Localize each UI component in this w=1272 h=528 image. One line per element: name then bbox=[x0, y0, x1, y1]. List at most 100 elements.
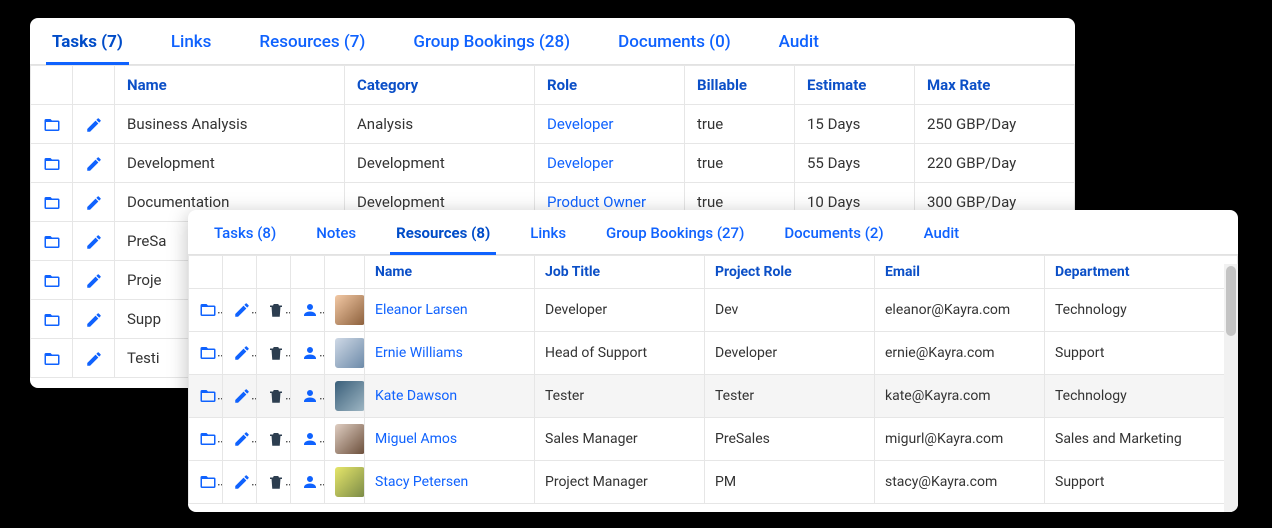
cell-project-role: Dev bbox=[705, 289, 875, 332]
tab-tasks[interactable]: Tasks (7) bbox=[52, 32, 123, 64]
open-folder-icon[interactable] bbox=[199, 387, 217, 405]
open-folder-icon[interactable] bbox=[199, 301, 217, 319]
cell-job-title: Sales Manager bbox=[535, 418, 705, 461]
cell-project-role: PreSales bbox=[705, 418, 875, 461]
cell-billable: true bbox=[685, 144, 795, 183]
open-folder-icon[interactable] bbox=[199, 430, 217, 448]
header-category[interactable]: Category bbox=[345, 66, 535, 105]
header-estimate[interactable]: Estimate bbox=[795, 66, 915, 105]
edit-icon[interactable] bbox=[233, 387, 251, 405]
user-icon[interactable] bbox=[301, 473, 319, 491]
cell-name[interactable]: Eleanor Larsen bbox=[365, 289, 535, 332]
cell-estimate: 15 Days bbox=[795, 105, 915, 144]
table-row[interactable]: Ernie WilliamsHead of SupportDeveloperer… bbox=[189, 332, 1238, 375]
cell-department: Support bbox=[1045, 332, 1238, 375]
cell-email[interactable]: stacy@Kayra.com bbox=[875, 461, 1045, 504]
cell-email[interactable]: eleanor@Kayra.com bbox=[875, 289, 1045, 332]
edit-icon[interactable] bbox=[85, 311, 103, 329]
tab-links[interactable]: Links bbox=[530, 224, 566, 254]
edit-icon[interactable] bbox=[85, 194, 103, 212]
tab-notes[interactable]: Notes bbox=[316, 224, 356, 254]
cell-name[interactable]: Miguel Amos bbox=[365, 418, 535, 461]
table-row[interactable]: Eleanor LarsenDeveloperDeveleanor@Kayra.… bbox=[189, 289, 1238, 332]
tab-group-bookings[interactable]: Group Bookings (27) bbox=[606, 224, 744, 254]
edit-icon[interactable] bbox=[233, 473, 251, 491]
user-icon[interactable] bbox=[301, 301, 319, 319]
delete-icon[interactable] bbox=[267, 430, 285, 448]
user-icon[interactable] bbox=[301, 344, 319, 362]
cell-email[interactable]: ernie@Kayra.com bbox=[875, 332, 1045, 375]
user-icon[interactable] bbox=[301, 387, 319, 405]
cell-category: Development bbox=[345, 144, 535, 183]
avatar bbox=[335, 338, 365, 368]
tab-tasks[interactable]: Tasks (8) bbox=[214, 224, 276, 254]
open-folder-icon[interactable] bbox=[43, 155, 61, 173]
header-maxrate[interactable]: Max Rate bbox=[915, 66, 1075, 105]
user-icon[interactable] bbox=[301, 430, 319, 448]
edit-icon[interactable] bbox=[85, 116, 103, 134]
table-row[interactable]: Kate DawsonTesterTesterkate@Kayra.comTec… bbox=[189, 375, 1238, 418]
cell-department: Technology bbox=[1045, 289, 1238, 332]
open-folder-icon[interactable] bbox=[43, 194, 61, 212]
edit-icon[interactable] bbox=[233, 430, 251, 448]
delete-icon[interactable] bbox=[267, 344, 285, 362]
delete-icon[interactable] bbox=[267, 387, 285, 405]
cell-estimate: 55 Days bbox=[795, 144, 915, 183]
edit-icon[interactable] bbox=[233, 344, 251, 362]
tab-group-bookings[interactable]: Group Bookings (28) bbox=[413, 32, 570, 64]
header-blank bbox=[189, 256, 223, 289]
tab-documents[interactable]: Documents (0) bbox=[618, 32, 731, 64]
header-email[interactable]: Email bbox=[875, 256, 1045, 289]
tab-audit[interactable]: Audit bbox=[779, 32, 819, 64]
open-folder-icon[interactable] bbox=[199, 344, 217, 362]
scroll-thumb[interactable] bbox=[1226, 266, 1236, 336]
cell-role[interactable]: Developer bbox=[535, 105, 685, 144]
cell-name[interactable]: Stacy Petersen bbox=[365, 461, 535, 504]
cell-department: Technology bbox=[1045, 375, 1238, 418]
tab-documents[interactable]: Documents (2) bbox=[784, 224, 883, 254]
open-folder-icon[interactable] bbox=[199, 473, 217, 491]
table-row[interactable]: Miguel AmosSales ManagerPreSalesmigurl@K… bbox=[189, 418, 1238, 461]
cell-project-role: Tester bbox=[705, 375, 875, 418]
scrollbar[interactable] bbox=[1224, 264, 1238, 512]
open-folder-icon[interactable] bbox=[43, 233, 61, 251]
cell-email[interactable]: kate@Kayra.com bbox=[875, 375, 1045, 418]
header-blank bbox=[325, 256, 365, 289]
cell-email[interactable]: migurl@Kayra.com bbox=[875, 418, 1045, 461]
open-folder-icon[interactable] bbox=[43, 350, 61, 368]
table-row[interactable]: Stacy PetersenProject ManagerPMstacy@Kay… bbox=[189, 461, 1238, 504]
header-project-role[interactable]: Project Role bbox=[705, 256, 875, 289]
table-row[interactable]: DevelopmentDevelopmentDevelopertrue55 Da… bbox=[31, 144, 1075, 183]
header-blank bbox=[31, 66, 73, 105]
edit-icon[interactable] bbox=[233, 301, 251, 319]
tab-resources[interactable]: Resources (8) bbox=[396, 224, 490, 254]
header-job-title[interactable]: Job Title bbox=[535, 256, 705, 289]
cell-name[interactable]: Ernie Williams bbox=[365, 332, 535, 375]
cell-maxrate: 220 GBP/Day bbox=[915, 144, 1075, 183]
cell-role[interactable]: Developer bbox=[535, 144, 685, 183]
header-billable[interactable]: Billable bbox=[685, 66, 795, 105]
cell-name[interactable]: Kate Dawson bbox=[365, 375, 535, 418]
resources-panel: Tasks (8) Notes Resources (8) Links Grou… bbox=[188, 210, 1238, 512]
avatar bbox=[335, 295, 365, 325]
edit-icon[interactable] bbox=[85, 350, 103, 368]
table-row[interactable]: Business AnalysisAnalysisDevelopertrue15… bbox=[31, 105, 1075, 144]
edit-icon[interactable] bbox=[85, 155, 103, 173]
edit-icon[interactable] bbox=[85, 272, 103, 290]
edit-icon[interactable] bbox=[85, 233, 103, 251]
delete-icon[interactable] bbox=[267, 301, 285, 319]
table-header-row: Name Category Role Billable Estimate Max… bbox=[31, 66, 1075, 105]
header-department[interactable]: Department bbox=[1045, 256, 1238, 289]
delete-icon[interactable] bbox=[267, 473, 285, 491]
resources-tabs: Tasks (8) Notes Resources (8) Links Grou… bbox=[188, 210, 1238, 255]
header-name[interactable]: Name bbox=[115, 66, 345, 105]
open-folder-icon[interactable] bbox=[43, 116, 61, 134]
header-role[interactable]: Role bbox=[535, 66, 685, 105]
tab-resources[interactable]: Resources (7) bbox=[259, 32, 365, 64]
tab-audit[interactable]: Audit bbox=[924, 224, 959, 254]
open-folder-icon[interactable] bbox=[43, 272, 61, 290]
open-folder-icon[interactable] bbox=[43, 311, 61, 329]
header-blank bbox=[257, 256, 291, 289]
header-name[interactable]: Name bbox=[365, 256, 535, 289]
tab-links[interactable]: Links bbox=[171, 32, 212, 64]
